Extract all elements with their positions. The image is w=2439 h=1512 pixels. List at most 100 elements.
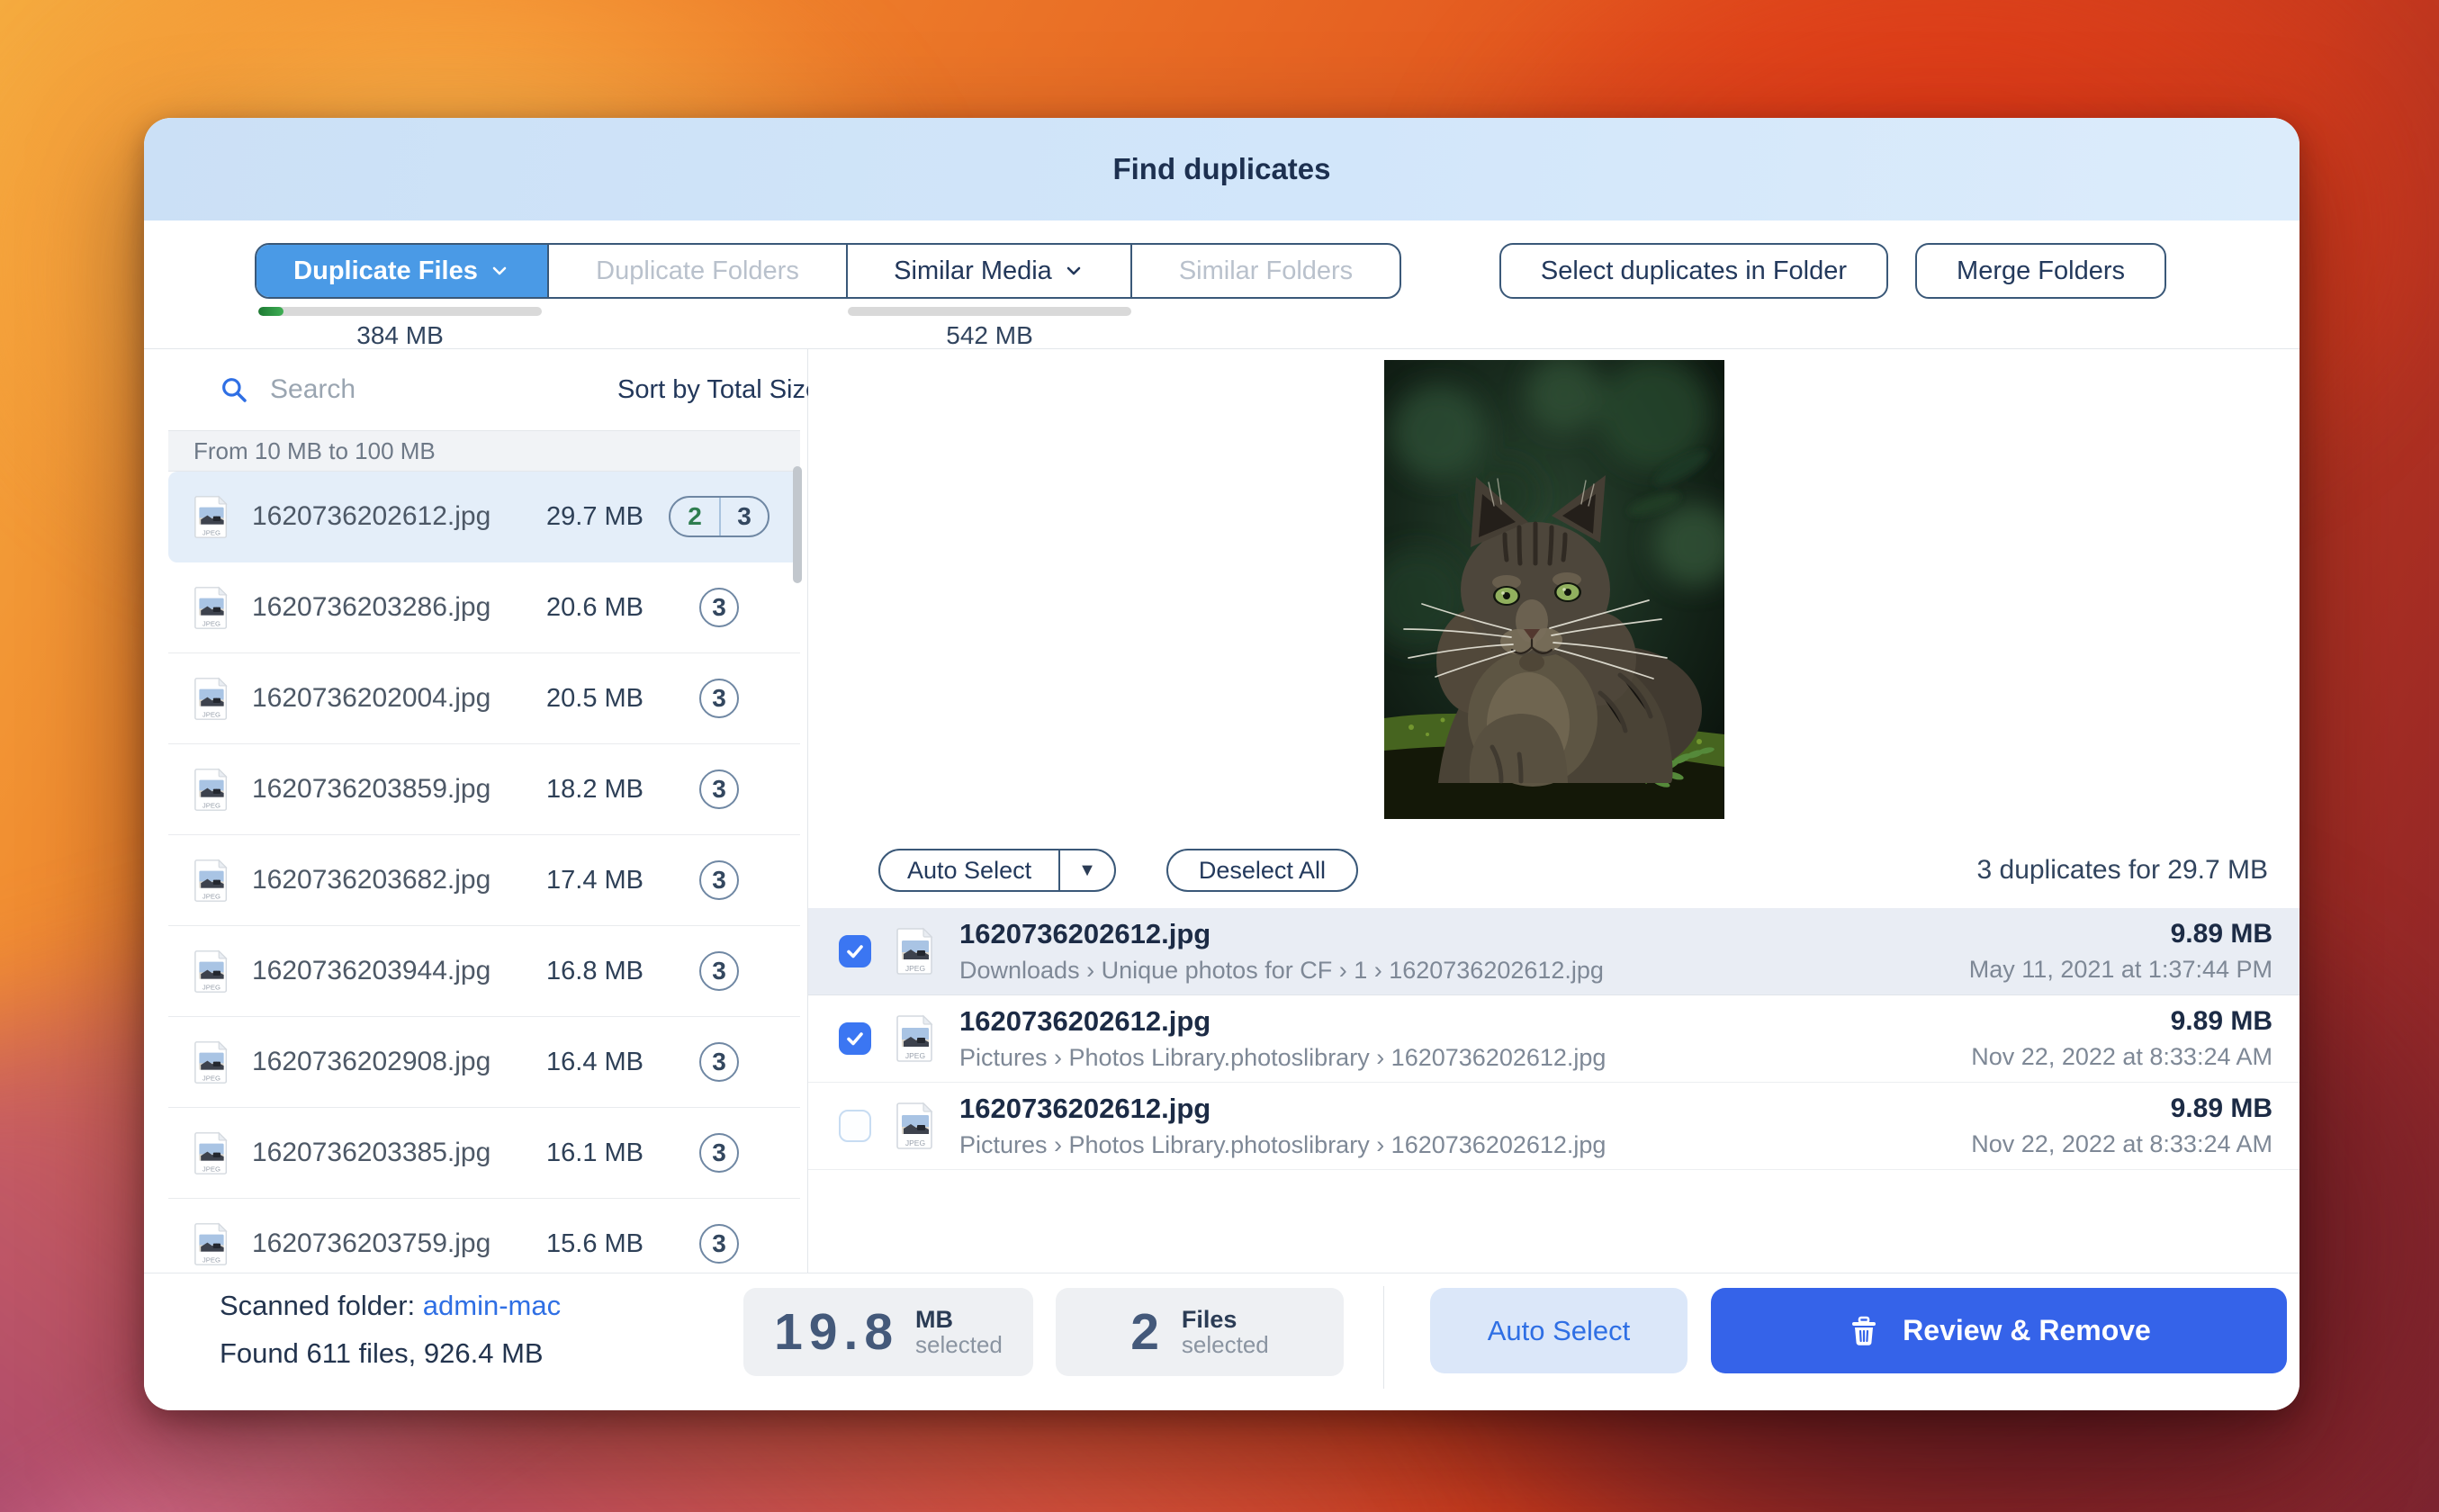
file-list-item[interactable]: 1620736203682.jpg 17.4 MB 3 [168, 835, 800, 926]
footer-auto-select-button[interactable]: Auto Select [1430, 1288, 1688, 1373]
found-files-summary: Found 611 files, 926.4 MB [220, 1337, 544, 1369]
file-name: 1620736202612.jpg [252, 501, 491, 531]
files-selected-value: 2 [1130, 1303, 1166, 1361]
auto-select-dropdown-icon[interactable]: ▼ [1058, 850, 1114, 890]
tab-similar-folders[interactable]: Similar Folders [1132, 245, 1400, 297]
total-count: 3 [719, 498, 768, 536]
select-duplicates-in-folder-button[interactable]: Select duplicates in Folder [1498, 243, 1889, 299]
tab-duplicate-folders[interactable]: Duplicate Folders [549, 245, 848, 297]
tab-label: Duplicate Folders [596, 256, 799, 285]
review-remove-button[interactable]: Review & Remove [1711, 1288, 2287, 1373]
files-caption: selected [1181, 1330, 1269, 1358]
file-size: 29.7 MB [546, 501, 644, 531]
footer-bar: Scanned folder: admin-mac Found 611 file… [144, 1273, 2300, 1410]
jpeg-file-icon [194, 950, 230, 994]
jpeg-file-icon [194, 768, 230, 812]
jpeg-file-icon [194, 1040, 230, 1084]
title-bar: Back Find duplicates Get Pro [144, 118, 2300, 318]
scanned-folder-label: Scanned folder: [220, 1290, 423, 1321]
scan-info: Scanned folder: admin-mac Found 611 file… [220, 1290, 561, 1370]
mb-selected-value: 19.8 [774, 1303, 900, 1361]
jpeg-file-icon [896, 1102, 935, 1150]
search-input[interactable] [270, 374, 617, 405]
duplicate-count-badge: 3 [699, 770, 739, 809]
duplicate-checkbox[interactable] [839, 1022, 871, 1055]
duplicate-count-badge: 3 [699, 588, 739, 627]
selection-controls: Auto Select ▼ Deselect All 3 duplicates … [878, 849, 2268, 892]
search-icon [220, 375, 248, 404]
file-list-item[interactable]: 1620736202908.jpg 16.4 MB 3 [168, 1017, 800, 1108]
file-list-item[interactable]: 1620736203385.jpg 16.1 MB 3 [168, 1108, 800, 1199]
duplicate-count-badge: 3 [699, 679, 739, 718]
duplicate-file-name: 1620736202612.jpg [959, 1093, 1211, 1124]
duplicate-checkbox[interactable] [839, 1110, 871, 1142]
toolbar: Duplicate Files Duplicate Folders Simila… [144, 220, 2300, 349]
review-remove-label: Review & Remove [1903, 1314, 2151, 1346]
auto-select-split-button: Auto Select ▼ [878, 849, 1116, 892]
preview-image [1384, 360, 1724, 819]
file-size: 16.4 MB [546, 1047, 644, 1076]
selected-count: 2 [688, 502, 702, 530]
duplicate-row[interactable]: 1620736202612.jpg Pictures › Photos Libr… [808, 995, 2300, 1083]
jpeg-file-icon [194, 1222, 230, 1266]
duplicate-row[interactable]: 1620736202612.jpg Pictures › Photos Libr… [808, 1083, 2300, 1170]
duplicate-count-badge: 3 [699, 951, 739, 991]
mb-selected-stat: 19.8 MB selected [743, 1288, 1033, 1376]
auto-select-button[interactable]: Auto Select [880, 850, 1058, 890]
file-list-item[interactable]: 1620736203859.jpg 18.2 MB 3 [168, 744, 800, 835]
duplicate-count-badge: 3 [699, 1133, 739, 1173]
file-name: 1620736203286.jpg [252, 592, 491, 622]
duplicate-file-size: 9.89 MB [2170, 919, 2272, 949]
duplicate-file-date: Nov 22, 2022 at 8:33:24 AM [1971, 1130, 2272, 1157]
duplicate-files-progressbar [258, 307, 542, 316]
scan-type-tabs: Duplicate Files Duplicate Folders Simila… [255, 243, 1401, 299]
duplicate-row[interactable]: 1620736202612.jpg Downloads › Unique pho… [808, 908, 2300, 995]
tab-similar-media[interactable]: Similar Media [848, 245, 1132, 297]
sidebar-scrollbar[interactable] [793, 466, 802, 583]
chevron-down-icon [489, 260, 510, 282]
tab-label: Similar Media [894, 256, 1052, 285]
mb-caption: selected [915, 1330, 1003, 1358]
duplicates-list: 1620736202612.jpg Downloads › Unique pho… [808, 908, 2300, 1170]
progress-fill [258, 307, 284, 316]
duplicate-file-date: May 11, 2021 at 1:37:44 PM [1968, 956, 2272, 983]
chevron-down-icon [1063, 260, 1084, 282]
duplicate-files-size: 384 MB [356, 321, 444, 349]
file-size: 20.6 MB [546, 592, 644, 622]
file-list-item[interactable]: 1620736203286.jpg 20.6 MB 3 [168, 562, 800, 653]
check-icon [844, 940, 866, 962]
footer-divider [1383, 1286, 1384, 1389]
duplicate-checkbox[interactable] [839, 935, 871, 968]
file-list-item[interactable]: 1620736203759.jpg 15.6 MB 3 [168, 1199, 800, 1273]
duplicate-file-path: Downloads › Unique photos for CF › 1 › 1… [959, 957, 1604, 984]
mb-unit: MB [915, 1306, 954, 1334]
duplicate-count-badge: 3 [699, 1224, 739, 1264]
app-window: Back Find duplicates Get Pro Duplicate F… [144, 118, 2300, 1410]
file-list-item[interactable]: 1620736203944.jpg 16.8 MB 3 [168, 926, 800, 1017]
file-list-item[interactable]: 1620736202612.jpg 29.7 MB 2 3 [168, 472, 800, 562]
size-group-header: From 10 MB to 100 MB [168, 430, 800, 472]
file-name: 1620736202004.jpg [252, 683, 491, 713]
tab-label: Similar Folders [1178, 256, 1354, 285]
file-name: 1620736202908.jpg [252, 1047, 491, 1076]
file-name: 1620736203859.jpg [252, 774, 491, 804]
merge-folders-button[interactable]: Merge Folders [1915, 243, 2166, 299]
file-size: 18.2 MB [546, 774, 644, 804]
sort-dropdown[interactable]: Sort by Total Size [617, 375, 820, 405]
deselect-all-button[interactable]: Deselect All [1166, 849, 1358, 892]
duplicates-summary: 3 duplicates for 29.7 MB [1976, 855, 2268, 885]
files-unit: Files [1181, 1306, 1238, 1334]
similar-media-progressbar [848, 307, 1131, 316]
jpeg-file-icon [194, 586, 230, 630]
file-size: 16.1 MB [546, 1138, 644, 1167]
duplicate-count-badge: 2 3 [669, 496, 770, 537]
file-list-item[interactable]: 1620736202004.jpg 20.5 MB 3 [168, 653, 800, 744]
tab-duplicate-files[interactable]: Duplicate Files [256, 245, 549, 297]
file-size: 17.4 MB [546, 865, 644, 895]
jpeg-file-icon [194, 677, 230, 721]
files-selected-stat: 2 Files selected [1056, 1288, 1344, 1376]
file-name: 1620736203759.jpg [252, 1228, 491, 1258]
scanned-folder-link[interactable]: admin-mac [423, 1290, 561, 1321]
file-name: 1620736203385.jpg [252, 1138, 491, 1167]
duplicate-file-size: 9.89 MB [2170, 1094, 2272, 1123]
